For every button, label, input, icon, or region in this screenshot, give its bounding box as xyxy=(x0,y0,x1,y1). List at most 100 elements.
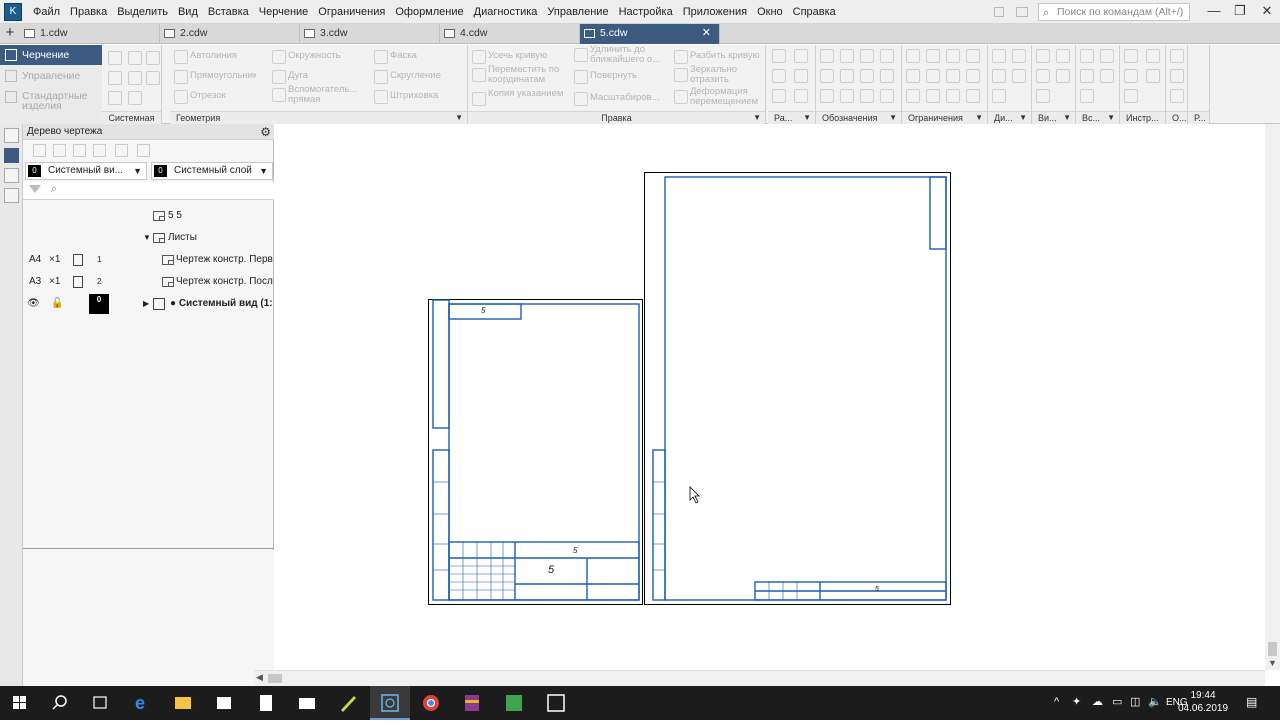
vertical-constraint-icon[interactable] xyxy=(926,49,940,63)
fillet-button[interactable]: Скругление xyxy=(372,67,464,85)
cloud-icon[interactable]: ☁ xyxy=(1092,695,1103,708)
maximize-button[interactable]: ❐ xyxy=(1226,0,1254,24)
paste-icon[interactable] xyxy=(146,71,160,85)
trim-curve-button[interactable]: Усечь кривую xyxy=(470,47,566,65)
rectangle-button[interactable]: Прямоугольник xyxy=(172,67,256,85)
chevron-up-icon[interactable]: ^ xyxy=(1054,696,1059,708)
panel-drawing[interactable]: Черчение xyxy=(0,45,102,65)
drawing-canvas[interactable]: 5 5 5 5 xyxy=(275,124,1265,670)
app-icon[interactable] xyxy=(328,686,368,720)
equal-radius-icon[interactable] xyxy=(926,89,940,103)
new-icon[interactable] xyxy=(108,51,122,65)
table-icon[interactable] xyxy=(840,89,854,103)
expand-arrow-icon[interactable]: ▼ xyxy=(143,227,151,249)
view-dropdown[interactable]: 0 Системный ви... ▼ xyxy=(25,162,147,180)
scroll-down-icon[interactable]: ▼ xyxy=(1268,658,1277,668)
rotate-button[interactable]: Повернуть xyxy=(572,67,668,85)
menu-edit[interactable]: Правка xyxy=(65,0,112,24)
distance-icon[interactable] xyxy=(992,89,1006,103)
tool-icon[interactable] xyxy=(1124,69,1138,83)
scroll-left-icon[interactable]: ◀ xyxy=(256,672,263,683)
document-icon[interactable] xyxy=(246,686,286,720)
menu-settings[interactable]: Настройка xyxy=(614,0,678,24)
tool-icon[interactable] xyxy=(1124,89,1138,103)
symbol-icon[interactable] xyxy=(880,89,894,103)
chamfer-button[interactable]: Фаска xyxy=(372,47,464,65)
view-arrow-icon[interactable] xyxy=(840,69,854,83)
radial-dimension-icon[interactable] xyxy=(794,49,808,63)
close-button[interactable]: ✕ xyxy=(1253,0,1280,24)
group-title[interactable]: Ограничения ▼ xyxy=(902,111,987,124)
segment-button[interactable]: Отрезок xyxy=(172,87,256,105)
close-tab-icon[interactable]: ✕ xyxy=(702,24,711,43)
panel-management[interactable]: Управление xyxy=(0,66,102,86)
search-icon[interactable]: ⌕ xyxy=(51,183,57,196)
eye-icon[interactable]: 👁 xyxy=(27,293,40,315)
scale-button[interactable]: Масштабиров... xyxy=(572,89,668,107)
concentric-icon[interactable] xyxy=(966,89,980,103)
extend-to-nearest-button[interactable]: Удлинить до ближайшего о... xyxy=(572,45,668,67)
menu-drawing[interactable]: Черчение xyxy=(254,0,314,24)
file-explorer-icon[interactable] xyxy=(163,686,203,720)
menu-help[interactable]: Справка xyxy=(788,0,841,24)
linear-dimension-icon[interactable] xyxy=(772,49,786,63)
expand-arrow-icon[interactable]: ▶ xyxy=(143,293,149,315)
chain-dimension-icon[interactable] xyxy=(794,89,808,103)
group-title[interactable]: Ви... ▼ xyxy=(1032,111,1075,124)
kompas-taskbar-icon[interactable] xyxy=(370,686,410,720)
symmetry-constraint-icon[interactable] xyxy=(966,69,980,83)
group-title[interactable]: О... xyxy=(1166,111,1187,124)
insert-library-icon[interactable] xyxy=(1080,89,1094,103)
layer-dropdown[interactable]: 0 Системный слой ▼ xyxy=(151,162,273,180)
tool-icon[interactable] xyxy=(1146,69,1160,83)
collinear-icon[interactable] xyxy=(946,89,960,103)
insert-link-icon[interactable] xyxy=(1100,69,1114,83)
diameter-dimension-icon[interactable] xyxy=(772,69,786,83)
parallel-constraint-icon[interactable] xyxy=(946,49,960,63)
tree-root-row[interactable]: 5 5 xyxy=(23,205,274,227)
tree-tool-icon[interactable] xyxy=(93,144,106,157)
group-title[interactable]: Ра... ▼ xyxy=(768,111,815,124)
tree-splitter[interactable] xyxy=(23,548,274,549)
split-curve-button[interactable]: Разбить кривую xyxy=(672,47,764,65)
print-icon[interactable] xyxy=(108,71,122,85)
search-button[interactable] xyxy=(40,686,80,720)
chrome-icon[interactable] xyxy=(411,686,451,720)
option-icon[interactable] xyxy=(1170,69,1184,83)
tab-4-cdw[interactable]: 4.cdw xyxy=(440,24,580,44)
vertical-scrollbar[interactable]: ▼ xyxy=(1265,124,1280,670)
axis-icon[interactable] xyxy=(880,69,894,83)
angular-dimension-icon[interactable] xyxy=(794,69,808,83)
tree-sheet-row[interactable]: A4 ×1 1 Чертеж констр. Перв xyxy=(23,249,274,271)
undo-icon[interactable] xyxy=(108,91,122,105)
menu-applications[interactable]: Приложения xyxy=(678,0,752,24)
quick-access-icon[interactable] xyxy=(994,7,1004,17)
tree-tool-icon[interactable] xyxy=(33,144,46,157)
open-icon[interactable] xyxy=(128,51,142,65)
coincidence-constraint-icon[interactable] xyxy=(926,69,940,83)
group-title[interactable]: Правка ▼ xyxy=(468,111,765,124)
area-icon[interactable] xyxy=(992,69,1006,83)
group-title[interactable]: Вс... ▼ xyxy=(1076,111,1119,124)
new-document-button[interactable]: + xyxy=(2,25,18,42)
insert-image-icon[interactable] xyxy=(1100,49,1114,63)
save-icon[interactable] xyxy=(146,51,160,65)
break-view-icon[interactable] xyxy=(1036,89,1050,103)
layers-icon[interactable] xyxy=(4,168,19,183)
group-title[interactable]: Обозначения ▼ xyxy=(816,111,901,124)
recorder-icon[interactable] xyxy=(536,686,576,720)
mail-icon[interactable] xyxy=(287,686,327,720)
horizontal-constraint-icon[interactable] xyxy=(906,49,920,63)
tree-view-row[interactable]: 👁 🔓 0 ▶ ● Системный вид (1: xyxy=(23,293,274,315)
section-view-icon[interactable] xyxy=(1056,69,1070,83)
clock[interactable]: 19:44 04.06.2019 xyxy=(1178,689,1228,715)
dropbox-icon[interactable]: ✦ xyxy=(1072,695,1081,708)
text-icon[interactable] xyxy=(820,89,834,103)
mass-icon[interactable] xyxy=(1012,69,1026,83)
move-by-coordinates-button[interactable]: Переместить по координатам xyxy=(470,65,570,89)
menu-diagnostics[interactable]: Диагностика xyxy=(469,0,543,24)
volume-icon[interactable]: 🔈 xyxy=(1148,695,1162,708)
group-pin-icon[interactable] xyxy=(162,46,170,124)
tool-icon[interactable] xyxy=(1146,49,1160,63)
tree-filter-row[interactable]: ⌕ xyxy=(23,182,274,200)
